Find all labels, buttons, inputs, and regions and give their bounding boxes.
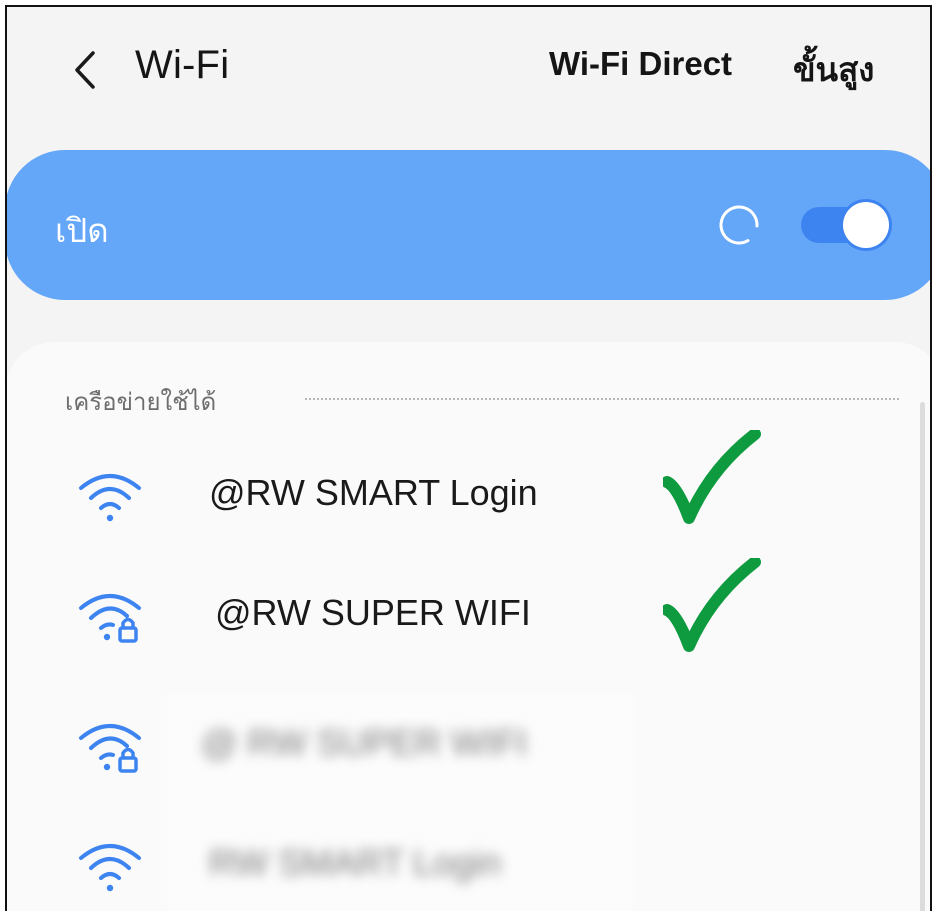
master-switch-label: เปิด (55, 212, 109, 249)
available-networks-title: เครือข่ายใช้ได้ (65, 389, 217, 416)
network-item[interactable]: @RW SMART Login (7, 448, 905, 540)
back-button[interactable] (63, 45, 107, 95)
chevron-left-icon (75, 51, 95, 89)
network-name-blurred: RW SMART Login (209, 842, 502, 883)
wifi-lock-icon (79, 594, 141, 643)
network-item[interactable]: RW SMART Login (7, 818, 905, 910)
wifi-toggle[interactable] (801, 202, 889, 248)
loading-spinner-icon (719, 205, 759, 245)
network-name-blurred: @ RW SUPER WIFI (201, 722, 527, 763)
section-divider (305, 398, 899, 400)
check-mark-icon (663, 430, 761, 524)
wifi-icon (79, 474, 141, 522)
screen: Wi-Fi Wi-Fi Direct ขั้นสูง เปิด เครือข่า… (5, 5, 932, 911)
wifi-lock-icon (79, 724, 141, 773)
wifi-direct-button[interactable]: Wi-Fi Direct (549, 45, 732, 83)
scrollbar[interactable] (920, 402, 925, 911)
wifi-icon (79, 844, 141, 892)
network-item[interactable]: @ RW SUPER WIFI (7, 698, 905, 790)
check-mark-icon (663, 558, 761, 652)
page-title: Wi-Fi (135, 43, 230, 87)
advanced-button[interactable]: ขั้นสูง (793, 43, 874, 96)
network-item[interactable]: @RW SUPER WIFI (7, 568, 905, 660)
network-name: @RW SMART Login (209, 472, 538, 513)
network-name: @RW SUPER WIFI (215, 592, 531, 633)
toggle-knob (843, 202, 889, 248)
wifi-master-switch-bar[interactable]: เปิด (7, 150, 930, 300)
network-list-card: เครือข่ายใช้ได้ @RW SMART Login @RW SUPE… (7, 342, 930, 911)
header: Wi-Fi Wi-Fi Direct ขั้นสูง (7, 7, 930, 127)
